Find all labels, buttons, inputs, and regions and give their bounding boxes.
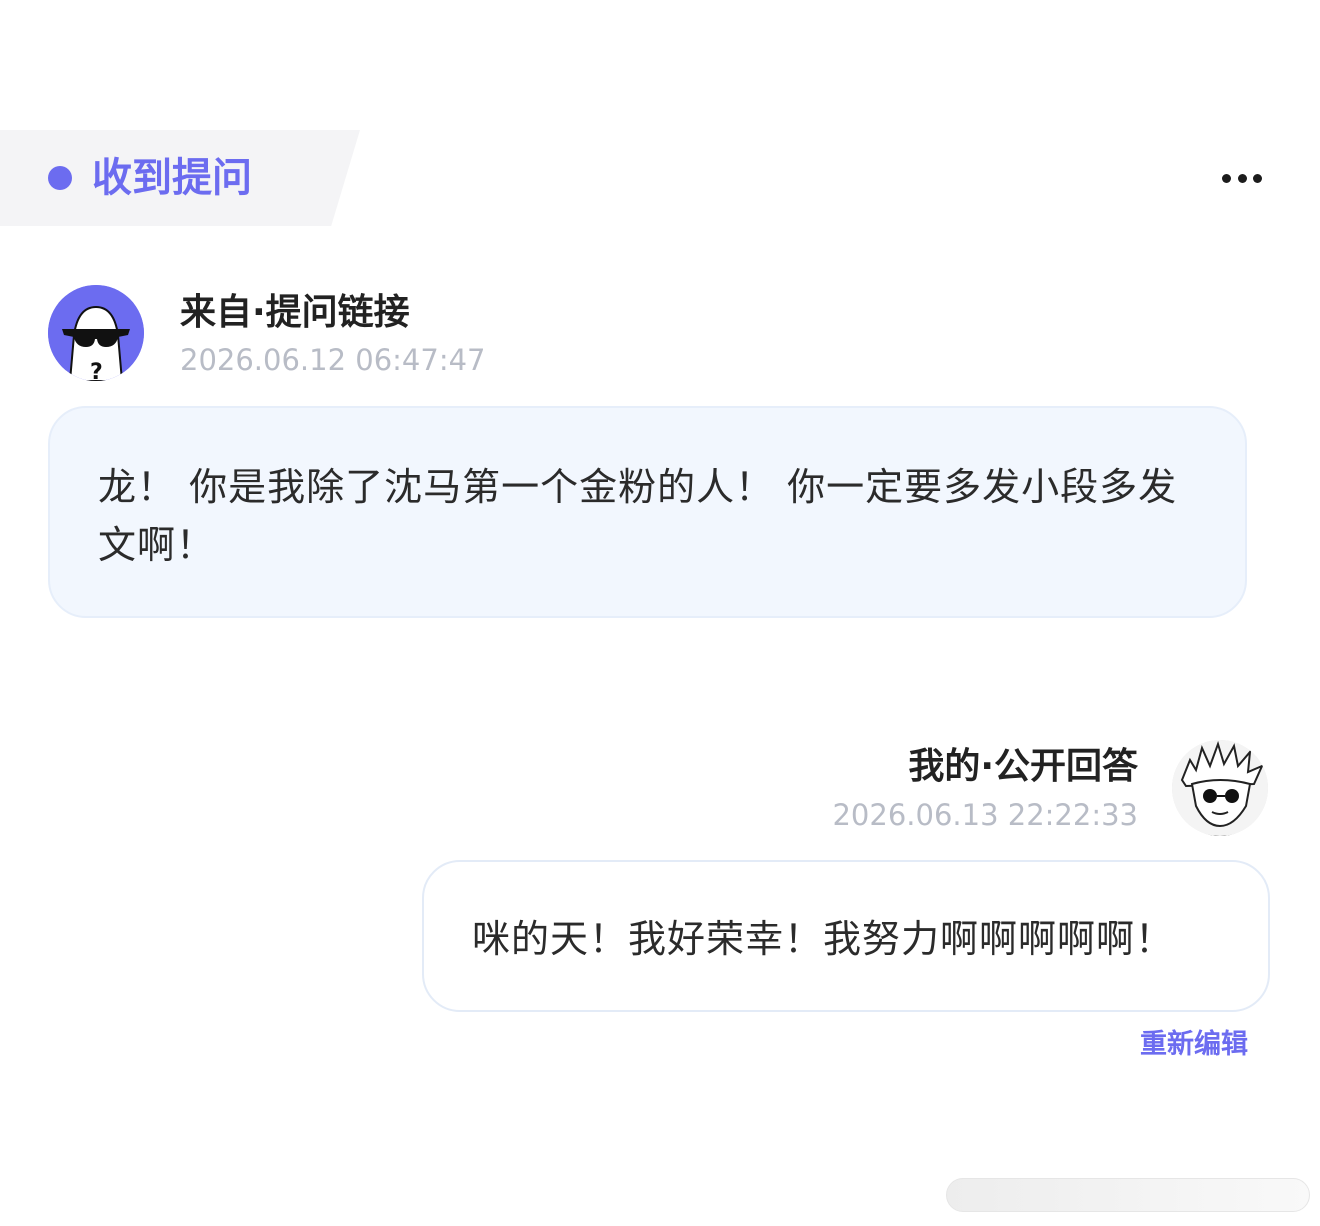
answer-bubble: 咪的天！我好荣幸！我努力啊啊啊啊啊！: [422, 860, 1270, 1012]
question-sender: 来自·提问链接: [180, 292, 410, 333]
svg-text:?: ?: [90, 360, 103, 381]
answer-timestamp: 2026.06.13 22:22:33: [832, 798, 1138, 832]
more-options-icon[interactable]: [1214, 160, 1270, 196]
answer-sender: 我的·公开回答: [908, 746, 1138, 787]
re-edit-button[interactable]: 重新编辑: [1140, 1028, 1248, 1062]
question-timestamp: 2026.06.12 06:47:47: [180, 343, 486, 377]
qa-page: 收到提问 ? 来自·提问链接 2026.06.12 06:47:47 龙！ 你是…: [0, 0, 1320, 1226]
sunglasses-face-icon: ?: [48, 285, 144, 381]
tag-label: 收到提问: [92, 155, 252, 201]
my-avatar[interactable]: [1172, 740, 1268, 836]
received-question-tag: 收到提问: [0, 130, 360, 226]
tag-dot-icon: [48, 166, 72, 190]
horizontal-scrollbar[interactable]: [946, 1178, 1310, 1212]
question-bubble: 龙！ 你是我除了沈马第一个金粉的人！ 你一定要多发小段多发文啊！: [48, 406, 1247, 618]
anime-character-icon: [1172, 740, 1268, 836]
question-text: 龙！ 你是我除了沈马第一个金粉的人！ 你一定要多发小段多发文啊！: [98, 465, 1178, 567]
anonymous-avatar: ?: [48, 285, 144, 381]
answer-text: 咪的天！我好荣幸！我努力啊啊啊啊啊！: [472, 917, 1175, 961]
